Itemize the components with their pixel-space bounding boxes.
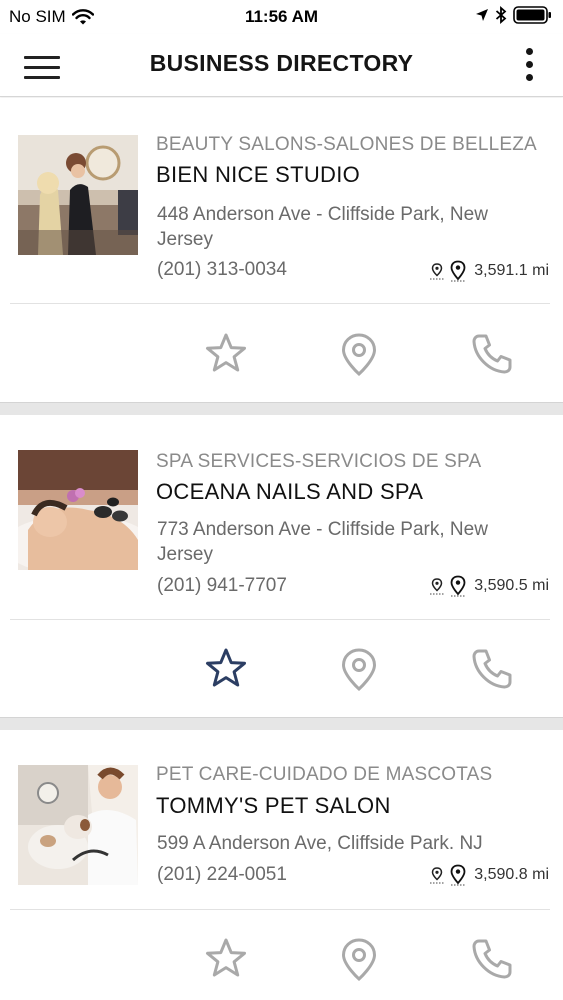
status-bar: No SIM 11:56 AM (0, 0, 563, 34)
call-button[interactable] (468, 935, 516, 983)
listing-address: 599 A Anderson Ave, Cliffside Park. NJ (157, 833, 483, 854)
more-options-button[interactable] (521, 44, 541, 84)
favorite-button[interactable] (202, 645, 250, 693)
small-location-pin-icon (430, 263, 445, 280)
listing-phone[interactable]: (201) 313-0034 (157, 259, 287, 281)
distance-value: 3,590.8 mi (474, 866, 549, 883)
listing-name[interactable]: TOMMY'S PET SALON (156, 793, 391, 819)
listing-phone[interactable]: (201) 224-0051 (157, 864, 287, 886)
listing-name[interactable]: BIEN NICE STUDIO (156, 162, 360, 188)
more-dot (526, 61, 533, 68)
location-arrow-icon (476, 9, 488, 21)
phone-icon (472, 334, 512, 374)
listing-category: BEAUTY SALONS-SALONES DE BELLEZA (156, 134, 537, 155)
favorite-button[interactable] (202, 935, 250, 983)
listing-distance: 3,591.1 mi (428, 260, 549, 282)
listing-card[interactable]: SPA SERVICES-SERVICIOS DE SPA OCEANA NAI… (0, 415, 563, 721)
listing-distance: 3,590.8 mi (428, 864, 549, 886)
bluetooth-icon (495, 6, 507, 24)
card-separator (0, 402, 563, 415)
map-pin-icon (341, 938, 377, 982)
listing-phone[interactable]: (201) 941-7707 (157, 575, 287, 597)
card-divider (10, 619, 550, 620)
star-icon (206, 333, 246, 372)
listing-address: 773 Anderson Ave - Cliffside Park, New J… (157, 519, 488, 565)
card-separator (0, 717, 563, 730)
map-location-button[interactable] (335, 935, 383, 983)
location-pin-icon (450, 864, 466, 886)
call-button[interactable] (468, 645, 516, 693)
page-title: BUSINESS DIRECTORY (149, 50, 414, 76)
card-divider (10, 909, 550, 910)
map-location-button[interactable] (335, 330, 383, 378)
business-photo-salon (18, 135, 138, 255)
call-button[interactable] (468, 330, 516, 378)
small-location-pin-icon (430, 867, 445, 884)
map-pin-icon (341, 333, 377, 377)
listing-category: PET CARE-CUIDADO DE MASCOTAS (156, 764, 493, 785)
more-dot (526, 48, 533, 55)
status-right (469, 6, 553, 24)
distance-value: 3,590.5 mi (474, 577, 549, 594)
location-pin-icon (450, 260, 466, 282)
more-dot (526, 74, 533, 81)
business-photo-spa (18, 450, 138, 570)
listing-address: 448 Anderson Ave - Cliffside Park, New J… (157, 204, 488, 250)
location-pin-icon (450, 575, 466, 597)
card-divider (10, 303, 550, 304)
distance-value: 3,591.1 mi (474, 262, 549, 279)
phone-icon (472, 649, 512, 689)
small-location-pin-icon (430, 578, 445, 595)
star-icon (206, 938, 246, 977)
listing-distance: 3,590.5 mi (428, 575, 549, 597)
favorite-button[interactable] (202, 330, 250, 378)
business-photo-pet-salon (18, 765, 138, 885)
map-location-button[interactable] (335, 645, 383, 693)
listing-card[interactable]: PET CARE-CUIDADO DE MASCOTAS TOMMY'S PET… (0, 730, 563, 1000)
battery-icon (513, 6, 551, 24)
map-pin-icon (341, 648, 377, 692)
listing-category: SPA SERVICES-SERVICIOS DE SPA (156, 451, 482, 472)
listing-card[interactable]: BEAUTY SALONS-SALONES DE BELLEZA BIEN NI… (0, 98, 563, 404)
star-icon (206, 648, 246, 687)
navigation-bar: BUSINESS DIRECTORY (0, 34, 563, 97)
listing-name[interactable]: OCEANA NAILS AND SPA (156, 479, 423, 505)
phone-icon (472, 939, 512, 979)
